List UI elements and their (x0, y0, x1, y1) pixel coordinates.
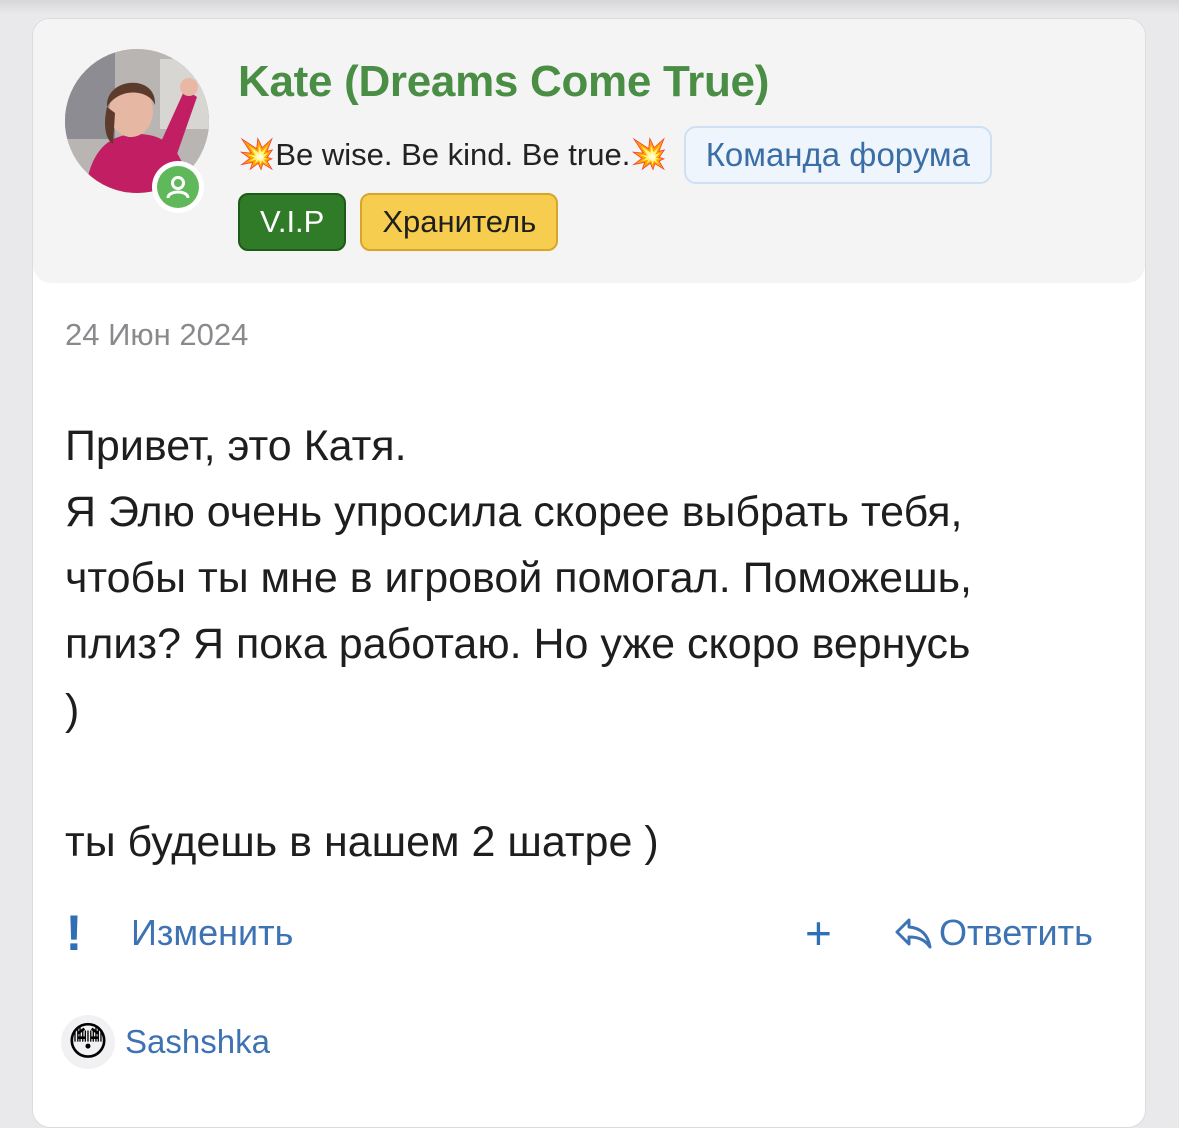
message-line: ты будешь в нашем 2 шатре ) (65, 818, 659, 866)
message-line: ) (65, 686, 80, 734)
message-line: Я Элю очень упросила скорее выбрать тебя… (65, 488, 963, 536)
reaction-emoji-glyph: 😳 (67, 1020, 109, 1064)
top-shadow-bar (0, 0, 1179, 14)
reply-label: Ответить (939, 912, 1093, 953)
keeper-badge: Хранитель (360, 193, 559, 251)
collision-icon: 💥 (630, 138, 668, 171)
post-author-header: Kate (Dreams Come True) 💥 Be wise. Be ki… (33, 19, 1145, 283)
reply-icon (895, 918, 932, 949)
post-card: Kate (Dreams Come True) 💥 Be wise. Be ki… (32, 18, 1146, 1128)
user-title: 💥 Be wise. Be kind. Be true. 💥 (238, 137, 668, 173)
multiquote-plus-button[interactable]: + (805, 904, 832, 962)
flushed-face-icon: 😳 (61, 1015, 115, 1069)
reaction-summary[interactable]: 😳 Sashshka (61, 1015, 270, 1069)
message-line: чтобы ты мне в игровой помогал. Поможешь… (65, 554, 972, 602)
reply-button[interactable]: Ответить (893, 912, 1093, 954)
post-actions: ! Изменить + Ответить (33, 904, 1145, 966)
collision-icon: 💥 (238, 138, 276, 171)
user-title-row: 💥 Be wise. Be kind. Be true. 💥 Команда ф… (238, 125, 992, 185)
author-username[interactable]: Kate (Dreams Come True) (238, 57, 769, 107)
message-line (65, 743, 1125, 809)
staff-badge: Команда форума (683, 126, 992, 184)
post-message: Привет, это Катя. Я Элю очень упросила с… (65, 413, 1125, 875)
user-title-text: Be wise. Be kind. Be true. (275, 137, 631, 172)
user-icon (166, 176, 190, 199)
edit-button[interactable]: Изменить (131, 912, 293, 954)
vip-badge: V.I.P (238, 193, 347, 251)
online-status-badge (152, 161, 204, 213)
reaction-user-link[interactable]: Sashshka (125, 1023, 270, 1061)
user-badges: V.I.P Хранитель (238, 193, 559, 251)
post-date[interactable]: 24 Июн 2024 (65, 317, 248, 353)
message-line: плиз? Я пока работаю. Но уже скоро верну… (65, 620, 971, 668)
report-icon[interactable]: ! (61, 908, 87, 958)
message-line: Привет, это Катя. (65, 422, 407, 470)
